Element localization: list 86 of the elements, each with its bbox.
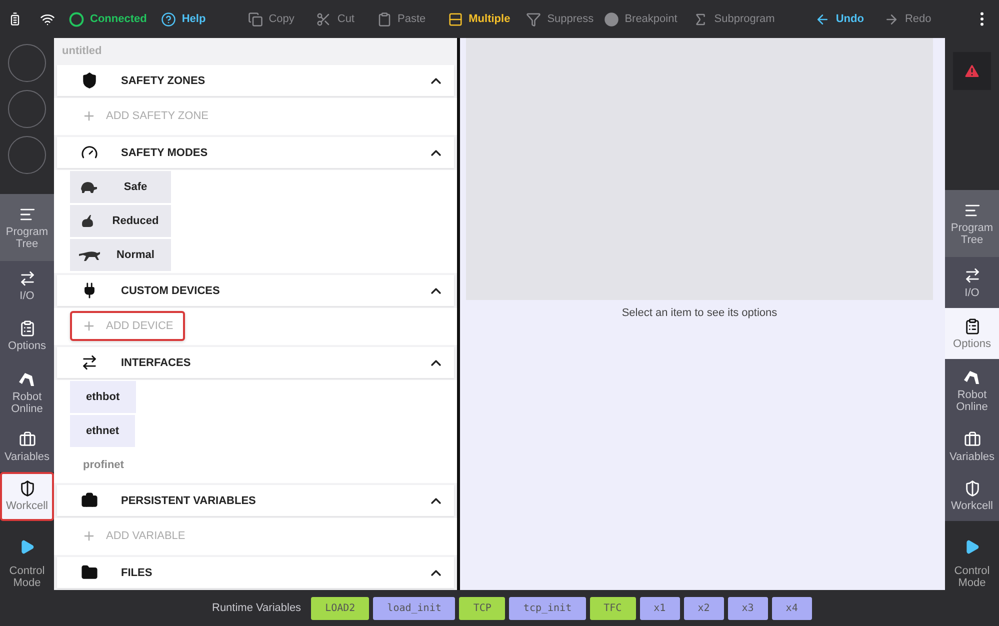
section-header[interactable]: CUSTOM DEVICES <box>57 275 454 306</box>
toolbar-button[interactable]: Redo <box>884 12 932 26</box>
turtle-icon <box>78 180 98 194</box>
toolbar-button[interactable]: Suppress <box>526 12 594 26</box>
safety-mode-button[interactable]: Safe <box>70 171 171 203</box>
dot-icon <box>604 12 619 26</box>
section-icon <box>80 564 98 581</box>
toolbar-button[interactable]: Copy <box>248 12 294 26</box>
robot-arm-icon <box>962 368 982 386</box>
nav-item[interactable]: Robot Online <box>945 359 999 422</box>
variable-chip[interactable]: LOAD2 <box>311 596 370 620</box>
interface-button[interactable]: ethnet <box>70 415 135 447</box>
section-header[interactable]: PERSISTENT VARIABLES <box>57 485 454 516</box>
nav-icon <box>964 480 980 498</box>
plus-icon <box>82 319 96 333</box>
variable-chip[interactable]: x3 <box>728 596 768 620</box>
toolbar-button[interactable]: Undo <box>814 12 864 26</box>
toolbar-button[interactable]: Help <box>160 12 206 26</box>
section-icon <box>80 144 98 161</box>
runtime-variables-label: Runtime Variables <box>212 602 302 614</box>
status-icon <box>69 12 84 26</box>
variable-chip[interactable]: TFC <box>590 596 636 620</box>
section-icon <box>80 72 98 89</box>
ring-icon <box>8 44 46 82</box>
alert-button[interactable] <box>953 52 991 90</box>
filter-icon <box>526 12 542 26</box>
nav-icon <box>18 480 36 498</box>
nav-item[interactable]: Robot Online <box>0 360 54 424</box>
variable-chip[interactable]: TCP <box>459 596 506 620</box>
help-icon <box>160 12 176 26</box>
section-icon <box>80 492 98 509</box>
safety-mode-button[interactable]: Normal <box>70 239 171 271</box>
section-header[interactable]: INTERFACES <box>57 347 454 378</box>
nav-item[interactable]: Program Tree <box>945 190 999 258</box>
options-message: Select an item to see its options <box>620 307 778 319</box>
section-icon <box>80 354 98 371</box>
copy-icon <box>248 12 263 26</box>
rows-icon <box>448 12 463 26</box>
nav-icon <box>18 270 36 287</box>
ring-icon <box>8 90 46 128</box>
toolbar-button[interactable]: Connected <box>69 12 147 26</box>
nav-icon <box>18 431 36 448</box>
arrow-right-icon <box>884 12 899 26</box>
nav-icon <box>964 318 980 335</box>
ring-icon <box>8 136 46 174</box>
variable-chip[interactable]: tcp_init <box>509 596 586 620</box>
nav-item[interactable]: Variables <box>0 423 54 472</box>
nav-item[interactable]: Workcell <box>945 471 999 521</box>
variable-chip[interactable]: x2 <box>684 596 724 620</box>
plus-icon <box>82 529 96 543</box>
nav-icon <box>18 320 36 337</box>
nav-icon <box>964 266 980 284</box>
program-title: untitled <box>61 44 103 59</box>
section-header[interactable]: FILES <box>57 557 454 588</box>
variable-chip[interactable]: load_init <box>373 596 456 620</box>
nav-item[interactable]: I/O <box>945 257 999 308</box>
play-icon <box>964 539 980 555</box>
nav-icon <box>964 430 980 448</box>
wifi-icon <box>40 12 55 26</box>
nav-item[interactable]: Options <box>945 308 999 360</box>
toolbar-button[interactable]: Cut <box>316 12 354 26</box>
play-icon <box>19 539 35 555</box>
cut-icon <box>316 12 332 26</box>
toolbar-button[interactable]: Breakpoint <box>604 12 678 26</box>
toolbar-button[interactable]: Multiple <box>448 12 510 26</box>
mode-label: Safe <box>122 181 148 193</box>
nav-item[interactable]: Options <box>0 310 54 361</box>
battery-icon <box>8 12 22 26</box>
plus-icon <box>82 109 96 123</box>
nav-item[interactable]: I/O <box>0 260 54 311</box>
section-header[interactable]: SAFETY MODES <box>57 137 454 168</box>
nav-item[interactable]: Program Tree <box>0 194 54 261</box>
mode-label: Normal <box>116 249 156 261</box>
safety-mode-button[interactable]: Reduced <box>70 205 171 237</box>
mode-label: Reduced <box>111 215 160 227</box>
interface-button[interactable]: ethbot <box>70 381 136 413</box>
nav-item[interactable]: Variables <box>945 422 999 472</box>
warning-icon <box>963 62 981 80</box>
variable-chip[interactable]: x1 <box>640 596 680 620</box>
toolbar-button[interactable]: Paste <box>376 12 426 26</box>
nav-item[interactable]: Workcell <box>0 472 54 521</box>
paste-icon <box>376 12 392 26</box>
variable-chip[interactable]: x4 <box>772 596 812 620</box>
section-header[interactable]: SAFETY ZONES <box>57 65 454 96</box>
toolbar-button[interactable]: Subprogram <box>693 12 775 26</box>
interface-label: profinet <box>82 458 125 473</box>
